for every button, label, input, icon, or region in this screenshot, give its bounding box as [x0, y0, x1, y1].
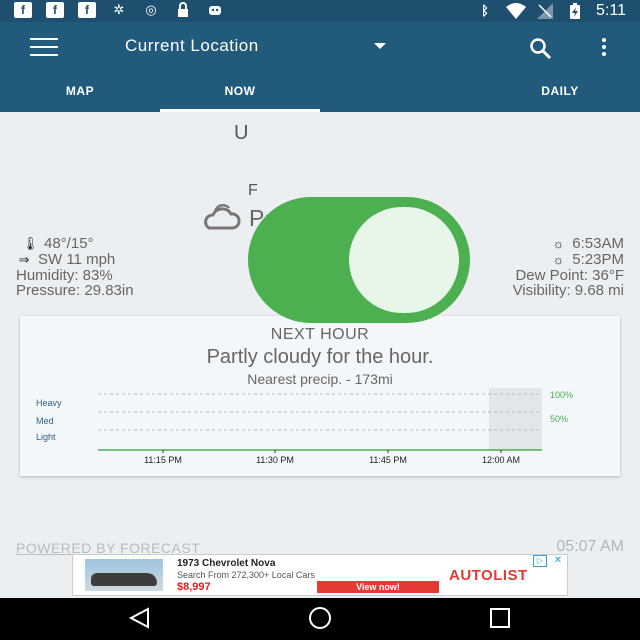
status-bar: f f f ✲ ◎ ᛒ 5:11: [0, 0, 640, 22]
thermometer-icon: 🌡︎: [22, 236, 39, 251]
more-options-icon[interactable]: [600, 38, 608, 60]
toggle-knob[interactable]: [349, 207, 459, 313]
back-icon[interactable]: [126, 606, 154, 630]
now-panel: U F Partly Cloudy 🌡︎48°/15° ⇒SW 11 mph H…: [0, 112, 640, 598]
vpn-icon: ◎: [145, 2, 157, 17]
chart-y-label: Heavy: [36, 398, 62, 408]
facebook-icon: f: [78, 2, 96, 18]
ad-banner[interactable]: 1973 Chevrolet Nova Search From 272,300+…: [72, 554, 568, 596]
recents-icon[interactable]: [486, 606, 514, 630]
ad-car-image[interactable]: [85, 559, 163, 591]
visibility: Visibility: 9.68 mi: [512, 282, 624, 299]
tab-bar: MAP NOW DAILY: [0, 74, 640, 112]
tab-now[interactable]: NOW: [160, 74, 320, 112]
next-hour-card: NEXT HOUR Partly cloudy for the hour. Ne…: [20, 316, 620, 476]
ad-subtitle[interactable]: Search From 272,300+ Local Cars: [177, 570, 315, 580]
facebook-icon: f: [46, 2, 64, 18]
current-temperature: U: [234, 122, 249, 144]
battery-charging-icon: [566, 3, 584, 19]
wind-arrow-icon: ⇒: [18, 252, 30, 267]
chart-x-label: 11:15 PM: [144, 455, 182, 465]
chart-y-label: Med: [36, 416, 54, 426]
sunrise-icon: ☼: [552, 236, 565, 251]
chart-x-label: 11:45 PM: [369, 455, 407, 465]
no-signal-icon: [536, 3, 554, 19]
tab-hourly[interactable]: [320, 74, 480, 112]
feels-like: F: [248, 182, 258, 199]
menu-icon[interactable]: [30, 38, 58, 58]
navigation-bar: [0, 598, 640, 640]
high-low: 🌡︎ 48°/15°: [22, 235, 94, 252]
sunrise: ☼ 6:53AM: [550, 236, 624, 252]
precip-chart: Heavy Med Light 100% 50% 11:15 PM 11:30 PM 11:4…: [36, 388, 573, 465]
sunset: ☼ 5:23PM: [550, 252, 624, 268]
ad-title[interactable]: 1973 Chevrolet Nova: [177, 558, 275, 569]
fan-icon: ✲: [113, 2, 125, 17]
sunset-icon: ☼: [552, 252, 565, 267]
search-icon[interactable]: [528, 36, 552, 60]
pressure: Pressure: 29.83in: [16, 282, 134, 299]
facebook-icon: f: [14, 2, 32, 18]
chart-y-label: Light: [36, 432, 56, 442]
tab-map[interactable]: MAP: [0, 74, 160, 112]
app-bar: Current Location: [0, 22, 640, 74]
ad-price[interactable]: $8,997: [177, 581, 211, 593]
ad-brand-logo[interactable]: AUTOLIST: [449, 567, 528, 584]
chart-x-label: 11:30 PM: [256, 455, 294, 465]
wind: ⇒ SW 11 mph: [16, 252, 116, 268]
wifi-icon: [506, 3, 527, 19]
android-icon: [206, 2, 224, 18]
lock-icon: [174, 2, 192, 18]
dropdown-arrow-icon[interactable]: [374, 43, 386, 49]
location-title[interactable]: Current Location: [125, 36, 259, 56]
chart-shade: [489, 388, 542, 450]
bluetooth-icon: ᛒ: [481, 3, 489, 18]
chart-percent-label: 100%: [550, 390, 573, 400]
ad-close-icon[interactable]: ✕: [551, 555, 565, 567]
overlay-toggle-switch[interactable]: [248, 197, 470, 323]
chart-x-label: 12:00 AM: [482, 455, 520, 465]
clock: 5:11: [596, 2, 626, 19]
partly-cloudy-icon: [204, 204, 241, 230]
adchoices-icon[interactable]: ▷: [533, 555, 547, 567]
home-icon[interactable]: [306, 606, 334, 630]
ad-cta-button[interactable]: View now!: [317, 581, 439, 593]
tab-daily[interactable]: DAILY: [480, 74, 640, 112]
chart-percent-label: 50%: [550, 414, 568, 424]
